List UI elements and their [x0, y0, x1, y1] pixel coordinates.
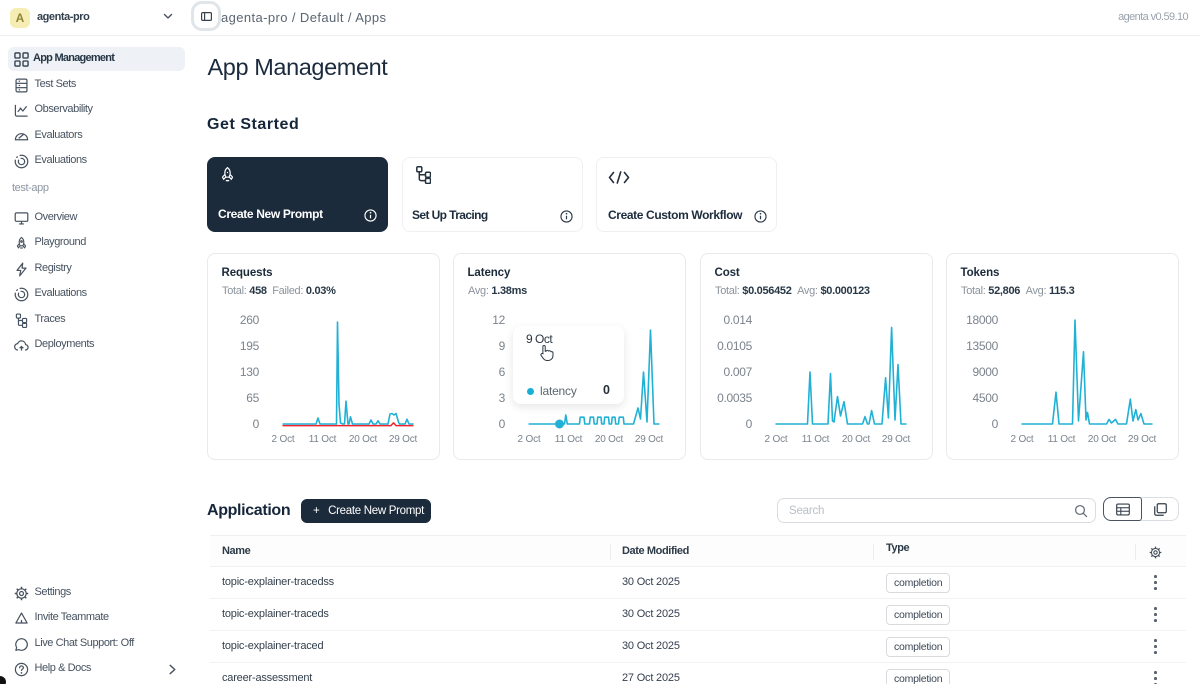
svg-text:12: 12 [492, 313, 505, 327]
svg-text:11 Oct: 11 Oct [555, 434, 583, 445]
svg-text:20 Oct: 20 Oct [595, 434, 624, 445]
svg-text:20 Oct: 20 Oct [349, 434, 378, 445]
svg-text:29 Oct: 29 Oct [882, 434, 911, 445]
svg-text:0.014: 0.014 [723, 313, 752, 327]
svg-text:3: 3 [499, 391, 506, 405]
svg-text:20 Oct: 20 Oct [1088, 434, 1117, 445]
svg-text:11 Oct: 11 Oct [802, 434, 830, 445]
svg-text:0: 0 [992, 417, 999, 431]
svg-text:20 Oct: 20 Oct [842, 434, 871, 445]
svg-text:0: 0 [253, 417, 260, 431]
svg-text:18000: 18000 [966, 313, 998, 327]
svg-text:65: 65 [246, 391, 259, 405]
svg-text:11 Oct: 11 Oct [1048, 434, 1076, 445]
svg-text:11 Oct: 11 Oct [309, 434, 337, 445]
svg-text:0.0035: 0.0035 [717, 391, 753, 405]
svg-text:130: 130 [240, 365, 260, 379]
svg-text:2 Oct: 2 Oct [1011, 434, 1034, 445]
svg-text:29 Oct: 29 Oct [635, 434, 664, 445]
svg-text:0: 0 [746, 417, 753, 431]
svg-text:260: 260 [240, 313, 260, 327]
svg-text:9: 9 [499, 339, 506, 353]
svg-text:6: 6 [499, 365, 506, 379]
svg-text:13500: 13500 [966, 339, 998, 353]
svg-text:0: 0 [499, 417, 506, 431]
svg-text:29 Oct: 29 Oct [1128, 434, 1157, 445]
svg-text:195: 195 [240, 339, 260, 353]
svg-text:2 Oct: 2 Oct [272, 434, 295, 445]
svg-text:2 Oct: 2 Oct [765, 434, 788, 445]
svg-text:4500: 4500 [973, 391, 999, 405]
svg-text:0.007: 0.007 [723, 365, 752, 379]
svg-text:29 Oct: 29 Oct [389, 434, 418, 445]
svg-text:0.0105: 0.0105 [717, 339, 753, 353]
svg-text:9000: 9000 [973, 365, 999, 379]
svg-text:2 Oct: 2 Oct [518, 434, 541, 445]
